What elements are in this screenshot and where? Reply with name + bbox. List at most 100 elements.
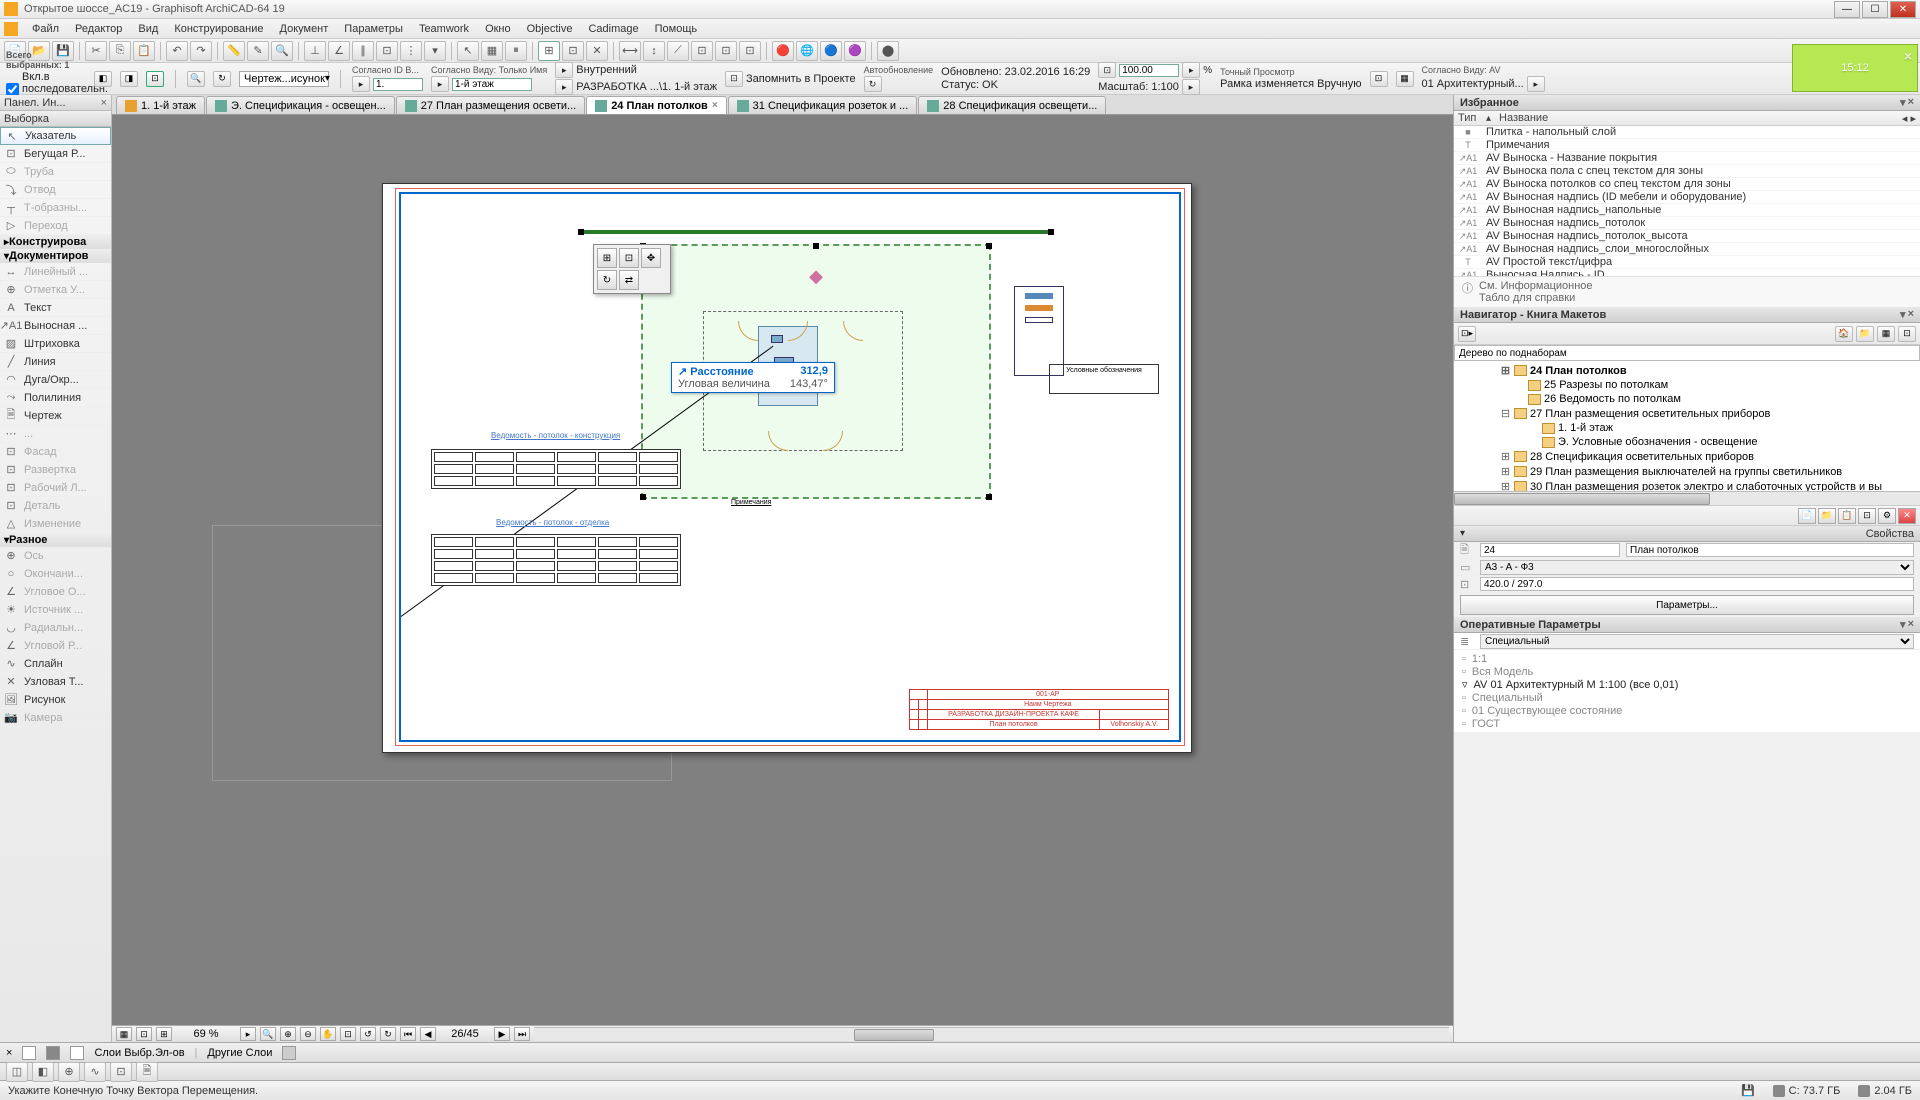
- layer-swatch1[interactable]: [22, 1046, 36, 1060]
- render2-button[interactable]: 🌐: [796, 41, 818, 61]
- op-param-item[interactable]: ▫Специальный: [1454, 691, 1920, 704]
- edit-button[interactable]: ✎: [247, 41, 269, 61]
- favorites-list[interactable]: ■Плитка - напольный слойTПримечания↗A1AV…: [1454, 126, 1920, 276]
- include-checkbox[interactable]: [6, 83, 19, 96]
- toolbox-group-more[interactable]: ▾ Разное: [0, 533, 111, 547]
- snap5-button[interactable]: ⋮: [400, 41, 422, 61]
- favorite-item[interactable]: TПримечания: [1454, 139, 1920, 152]
- favorite-item[interactable]: TAV Простой текст/цифра: [1454, 256, 1920, 269]
- tool-figure[interactable]: 🖼Рисунок: [0, 691, 111, 709]
- menu-cadimage[interactable]: Cadimage: [580, 20, 646, 38]
- tab-lighting-plan[interactable]: 27 План размещения освети...: [396, 96, 585, 114]
- render1-button[interactable]: 🔴: [772, 41, 794, 61]
- favorite-item[interactable]: ↗A1Выносная Надпись - ID: [1454, 269, 1920, 276]
- preview-icon[interactable]: ⊡: [1370, 71, 1388, 87]
- favorite-item[interactable]: ↗A1AV Выноска - Название покрытия: [1454, 152, 1920, 165]
- nav-folder-icon[interactable]: 📁: [1856, 326, 1874, 342]
- tree-settings-icon[interactable]: ⚙: [1878, 508, 1896, 524]
- tree-item[interactable]: 1. 1-й этаж: [1456, 421, 1918, 435]
- op-param-select[interactable]: Специальный: [1480, 634, 1914, 649]
- dim4-button[interactable]: ⊡: [691, 41, 713, 61]
- favorite-item[interactable]: ↗A1AV Выносная надпись_потолок_высота: [1454, 230, 1920, 243]
- favorite-item[interactable]: ↗A1AV Выноска пола с спец текстом для зо…: [1454, 165, 1920, 178]
- format-select[interactable]: A3 - A - Ф3: [1480, 560, 1914, 575]
- tree-new4-icon[interactable]: ⊡: [1858, 508, 1876, 524]
- tool-bend[interactable]: ⤵Отвод: [0, 181, 111, 199]
- tree-item[interactable]: ⊟27 План размещения осветительных прибор…: [1456, 406, 1918, 421]
- toolbox-group-design[interactable]: ▸ Конструирова: [0, 235, 111, 249]
- tool-spline[interactable]: ∿Сплайн: [0, 655, 111, 673]
- tree-new1-icon[interactable]: 📄: [1798, 508, 1816, 524]
- tab-close-icon[interactable]: ×: [712, 100, 718, 111]
- menu-window[interactable]: Окно: [477, 20, 519, 38]
- nav-mode-icon[interactable]: ⊡▸: [1458, 326, 1476, 342]
- menu-options[interactable]: Параметры: [336, 20, 411, 38]
- measure-button[interactable]: 📏: [223, 41, 245, 61]
- zoom-tool1-icon[interactable]: ▦: [116, 1027, 132, 1041]
- nav-publish-icon[interactable]: ⊡: [1898, 326, 1916, 342]
- panel-menu-icon[interactable]: ▾: [1900, 96, 1906, 109]
- op-param-item[interactable]: ▫01 Существующее состояние: [1454, 704, 1920, 717]
- nav-layout-icon[interactable]: ▦: [1877, 326, 1895, 342]
- tab-socket-spec[interactable]: 31 Спецификация розеток и ...: [728, 96, 918, 114]
- tab-spec-light[interactable]: Э. Спецификация - освещен...: [206, 96, 395, 114]
- nav-home-icon[interactable]: 🏠: [1835, 326, 1853, 342]
- zoom-fit-icon[interactable]: 🔍: [260, 1027, 276, 1041]
- size-input[interactable]: [1480, 577, 1914, 591]
- tool-text[interactable]: АТекст: [0, 299, 111, 317]
- close-view-button[interactable]: ✕: [586, 41, 608, 61]
- panel-close-icon[interactable]: ×: [1908, 96, 1914, 109]
- undo-button[interactable]: ↶: [166, 41, 188, 61]
- menu-document[interactable]: Документ: [272, 20, 337, 38]
- tree-scrollbar[interactable]: [1454, 491, 1920, 505]
- frame-icon[interactable]: ▦: [1396, 71, 1414, 87]
- dim2-button[interactable]: ↕: [643, 41, 665, 61]
- op-param-item[interactable]: ▫ГОСТ: [1454, 717, 1920, 730]
- layer-swatch4[interactable]: [282, 1046, 296, 1060]
- close-button[interactable]: ✕: [1890, 1, 1916, 18]
- toolbox-group-document[interactable]: ▾ Документиров: [0, 249, 111, 263]
- parameters-button[interactable]: Параметры...: [1460, 595, 1914, 615]
- properties-header[interactable]: ▾ Свойства: [1454, 526, 1920, 542]
- tree-item[interactable]: ⊞30 План размещения розеток электро и сл…: [1456, 479, 1918, 491]
- grid-button[interactable]: ⊞: [538, 41, 560, 61]
- tool-tee[interactable]: ┬Т-образны...: [0, 199, 111, 217]
- bt6-icon[interactable]: 🗎: [136, 1062, 158, 1082]
- render3-button[interactable]: 🔵: [820, 41, 842, 61]
- view-button[interactable]: ⊡: [562, 41, 584, 61]
- toolbox-close-icon[interactable]: ×: [101, 97, 107, 109]
- maximize-button[interactable]: ☐: [1862, 1, 1888, 18]
- tool-marquee[interactable]: ⊡Бегущая Р...: [0, 145, 111, 163]
- layer-button[interactable]: ▦: [481, 41, 503, 61]
- prev-page-icon[interactable]: ◀: [420, 1027, 436, 1041]
- bt1-icon[interactable]: ◫: [6, 1062, 28, 1082]
- tool-line[interactable]: ╱Линия: [0, 353, 111, 371]
- render4-button[interactable]: 🟣: [844, 41, 866, 61]
- bt5-icon[interactable]: ⊡: [110, 1062, 132, 1082]
- bt2-icon[interactable]: ◧: [32, 1062, 54, 1082]
- record-button[interactable]: ⬤: [877, 41, 899, 61]
- pet-mirror-icon[interactable]: ⇄: [619, 270, 639, 290]
- id-mode-icon[interactable]: ▸: [352, 76, 370, 92]
- drawing-dropdown[interactable]: Чертеж...исунок▾: [239, 71, 329, 87]
- layout-name-input[interactable]: [1626, 543, 1914, 557]
- copy-button[interactable]: ⎘: [109, 41, 131, 61]
- tab-ceiling-plan[interactable]: 24 План потолков×: [586, 96, 726, 114]
- tree-item[interactable]: ⊞29 План размещения выключателей на груп…: [1456, 464, 1918, 479]
- navigator-filter[interactable]: Дерево по поднаборам: [1454, 345, 1920, 361]
- favorite-item[interactable]: ↗A1AV Выноска потолков со спец текстом д…: [1454, 178, 1920, 191]
- op-param-item[interactable]: ▿AV 01 Архитектурный М 1:100 (все 0,01): [1454, 678, 1920, 691]
- cut-button[interactable]: ✂: [85, 41, 107, 61]
- minimize-button[interactable]: —: [1834, 1, 1860, 18]
- tree-item[interactable]: 25 Разрезы по потолкам: [1456, 378, 1918, 392]
- menu-objective[interactable]: Objective: [519, 20, 581, 38]
- canvas[interactable]: ◆: [112, 115, 1453, 1025]
- arrow-button[interactable]: ↖: [457, 41, 479, 61]
- pet-drag-icon[interactable]: ✥: [641, 248, 661, 268]
- floor-input[interactable]: [452, 78, 532, 91]
- tool-hotspot[interactable]: ✕Узловая Т...: [0, 673, 111, 691]
- snap4-button[interactable]: ⊡: [376, 41, 398, 61]
- magnify-icon[interactable]: 🔍: [187, 71, 205, 87]
- refresh-icon[interactable]: ↻: [213, 71, 231, 87]
- pet-palette[interactable]: ⊞ ⊡ ✥ ↻ ⇄: [593, 244, 671, 294]
